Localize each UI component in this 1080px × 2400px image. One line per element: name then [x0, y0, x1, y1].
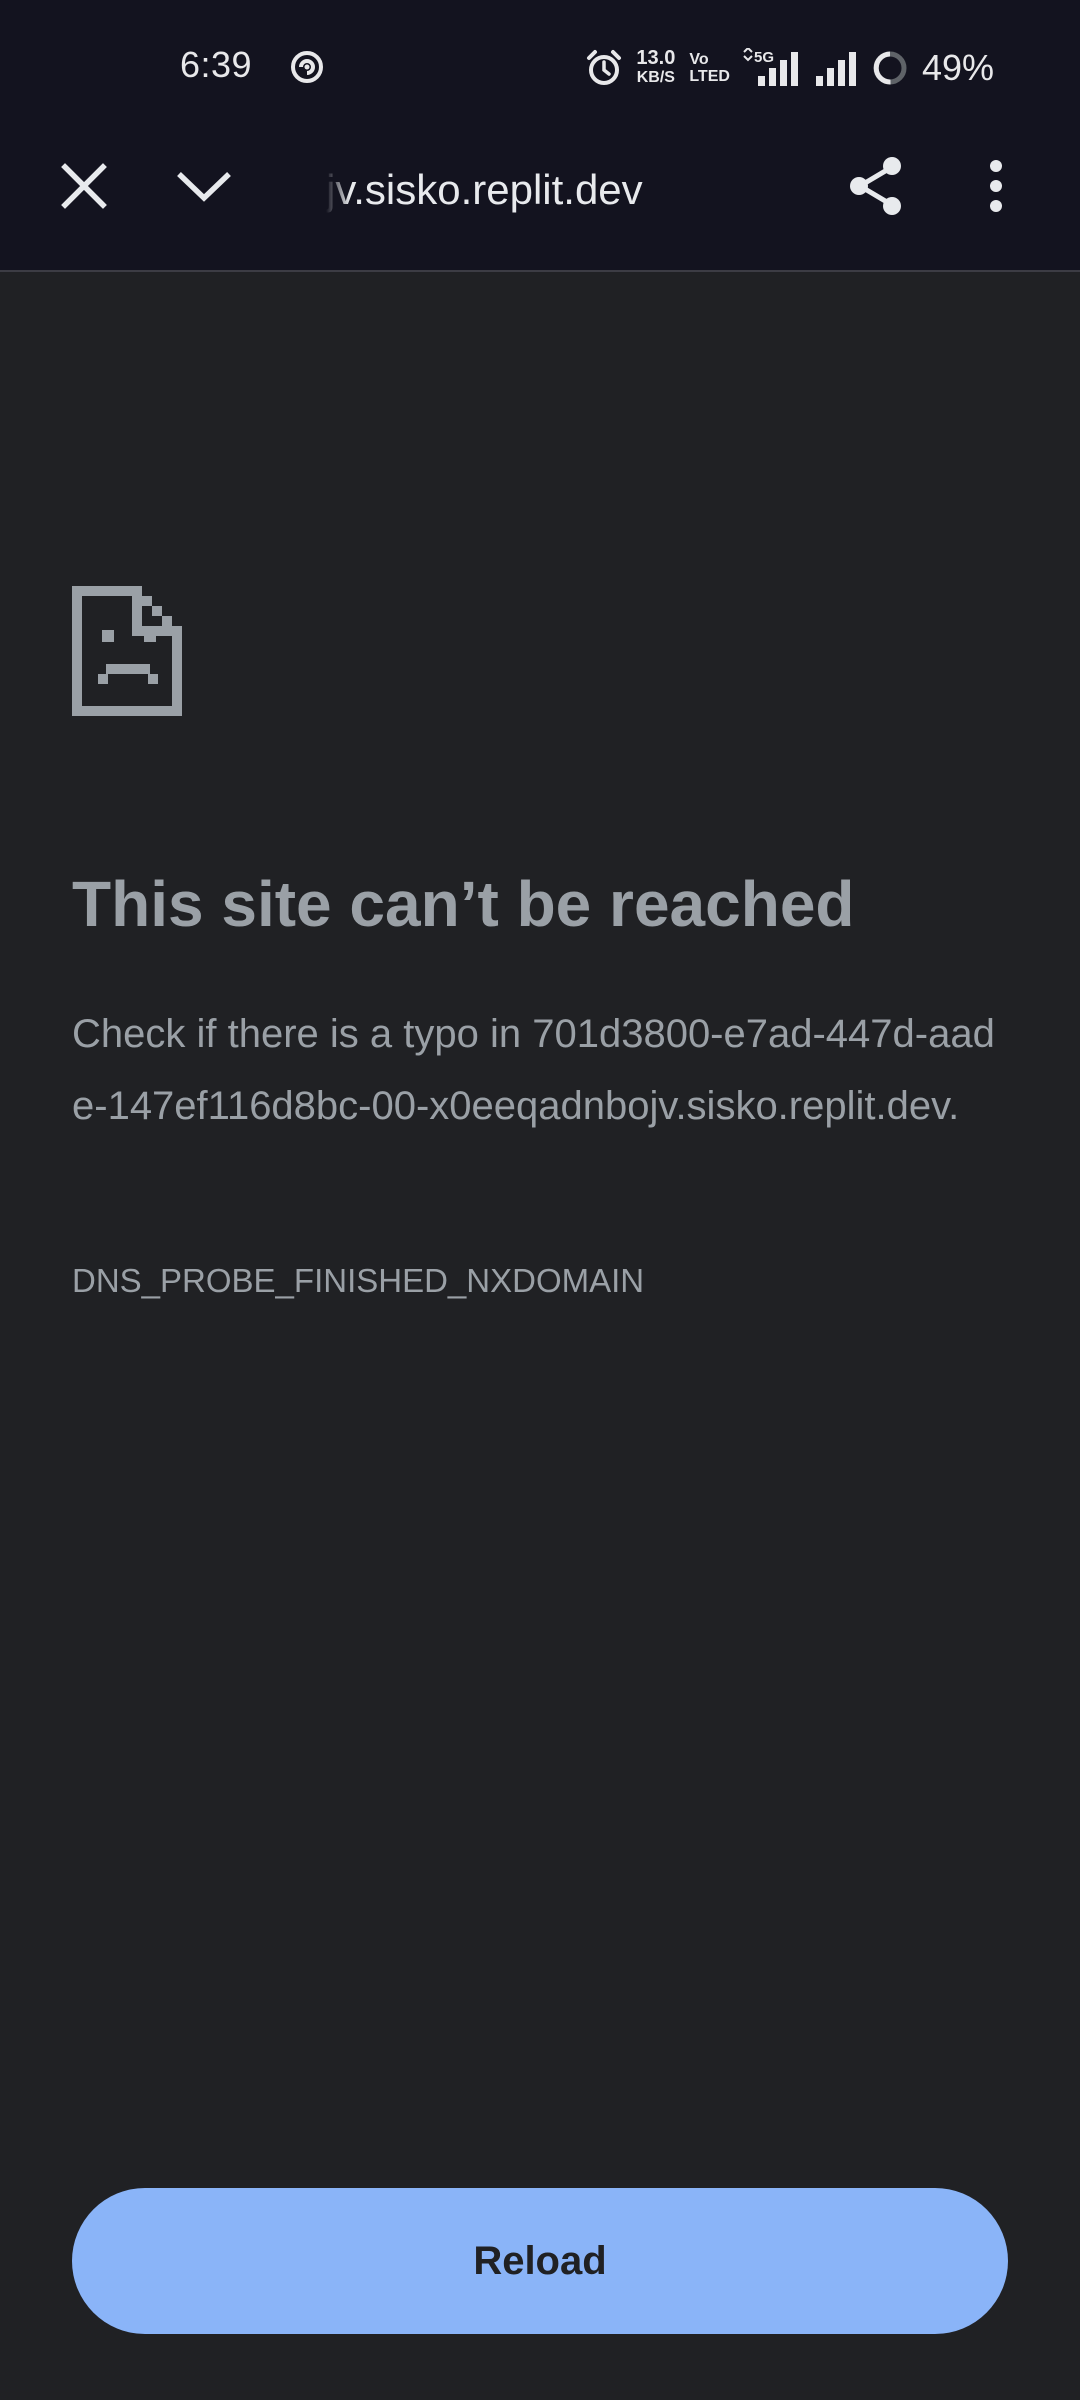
close-icon [61, 163, 107, 209]
status-indicators: 13.0 KB/S Vo LTED 5G 49% [586, 44, 994, 92]
sad-page-icon [72, 586, 182, 716]
battery-ring-icon [873, 51, 907, 85]
volte-indicator: Vo LTED [689, 51, 730, 85]
volte-bottom-label: LTED [689, 68, 730, 85]
url-fade [326, 160, 350, 220]
more-vert-icon [990, 160, 1002, 212]
signal-5g-icon: 5G [743, 48, 798, 86]
close-tab-button[interactable] [44, 146, 124, 226]
url-text: jv.sisko.replit.dev [326, 166, 643, 213]
app-notification-icon [291, 51, 323, 83]
network-speed-unit: KB/S [636, 69, 675, 86]
battery-percent: 49% [921, 47, 994, 88]
svg-text:5G: 5G [754, 49, 774, 66]
error-message: Check if there is a typo in 701d3800-e7a… [72, 1012, 995, 1128]
alarm-icon [587, 50, 622, 85]
signal-icon [815, 52, 856, 86]
status-bar: 6:39 13.0 KB/S Vo LTED 5G 49% [0, 0, 1080, 120]
status-time: 6:39 [180, 44, 253, 85]
network-speed: 13.0 KB/S [636, 47, 676, 87]
error-page: This site can’t be reached Check if ther… [0, 272, 1080, 2400]
share-button[interactable] [836, 146, 916, 226]
more-options-button[interactable] [956, 146, 1036, 226]
minimize-tab-button[interactable] [164, 146, 244, 226]
custom-tab-toolbar: jv.sisko.replit.dev [0, 120, 1080, 272]
volte-top-label: Vo [689, 51, 709, 68]
network-speed-value: 13.0 [636, 47, 676, 69]
error-code: DNS_PROBE_FINISHED_NXDOMAIN [72, 1262, 645, 1299]
chevron-down-icon [177, 172, 231, 202]
share-icon [850, 157, 901, 215]
url-display[interactable]: jv.sisko.replit.dev [326, 160, 726, 220]
error-title: This site can’t be reached [72, 868, 855, 940]
reload-button[interactable]: Reload [72, 2188, 1008, 2334]
